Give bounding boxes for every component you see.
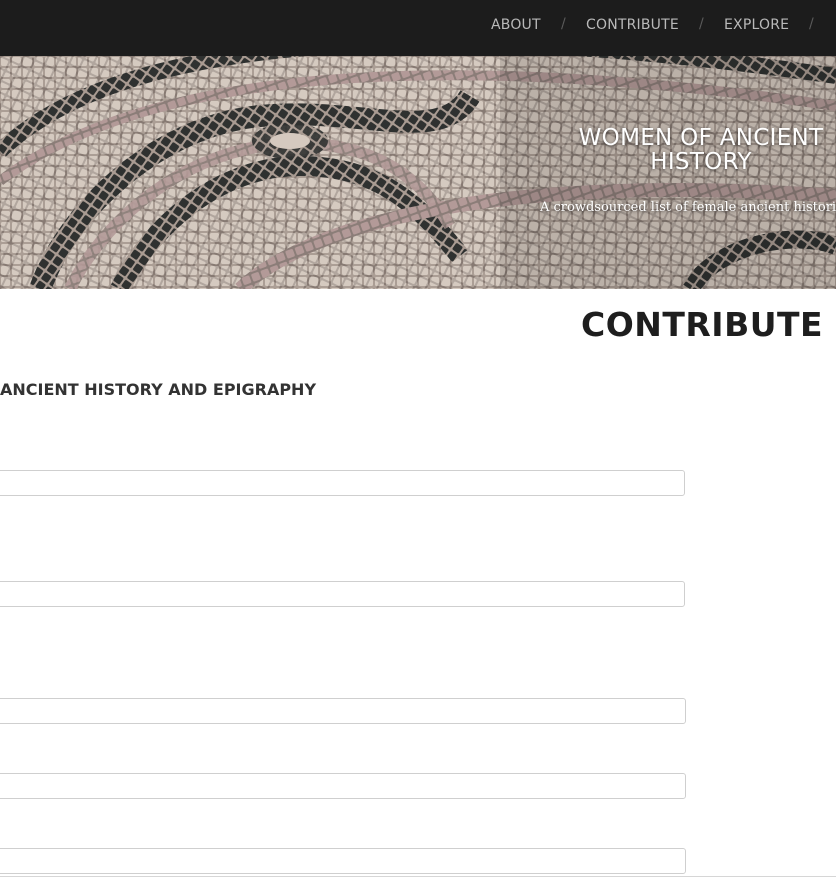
site-tagline: A crowdsourced list of female ancient hi…: [540, 200, 836, 215]
hero-banner: WOMEN OF ANCIENT HISTORY A crowdsourced …: [0, 56, 836, 289]
page-title: CONTRIBUTE: [581, 305, 824, 344]
nav-item-explore[interactable]: EXPLORE: [724, 17, 789, 33]
form-field-4[interactable]: [0, 773, 686, 799]
nav-item-contribute[interactable]: CONTRIBUTE: [586, 17, 679, 33]
site-title: WOMEN OF ANCIENT HISTORY: [578, 125, 824, 175]
section-heading: ANCIENT HISTORY AND EPIGRAPHY: [0, 380, 317, 399]
form-field-3[interactable]: [0, 698, 686, 724]
form-field-1[interactable]: [0, 470, 685, 496]
form-field-5[interactable]: [0, 848, 686, 874]
nav-separator: /: [699, 16, 704, 32]
divider: [0, 876, 836, 877]
nav-separator: /: [561, 16, 566, 32]
top-navigation: ABOUT / CONTRIBUTE / EXPLORE /: [0, 0, 836, 56]
nav-separator: /: [809, 16, 814, 32]
nav-item-about[interactable]: ABOUT: [491, 17, 541, 33]
form-field-2[interactable]: [0, 581, 685, 607]
